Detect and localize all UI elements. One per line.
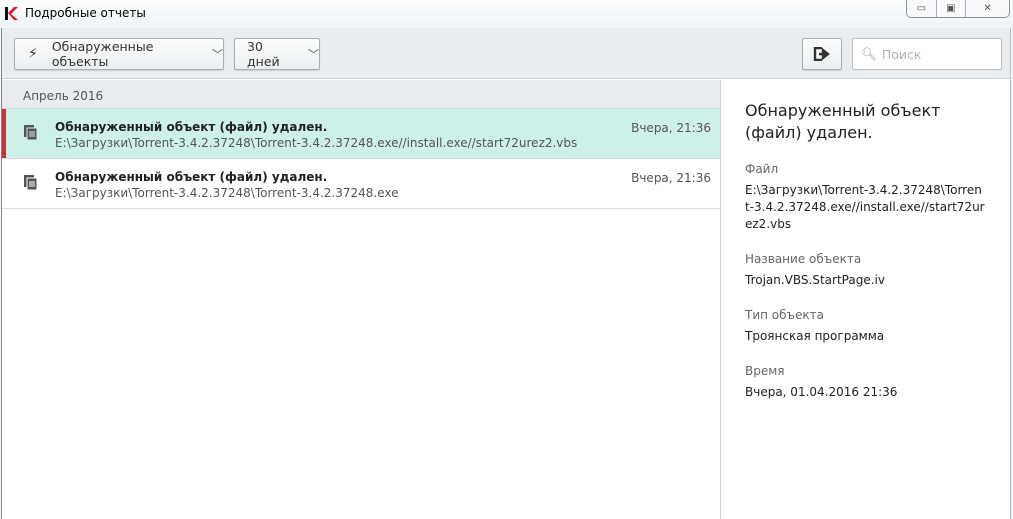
period-dropdown[interactable]: 30 дней ﹀: [234, 38, 320, 70]
list-item[interactable]: Обнаруженный объект (файл) удален. E:\За…: [2, 109, 720, 159]
file-copy-icon: [24, 125, 38, 141]
minimize-button[interactable]: ▭: [907, 0, 937, 17]
search-placeholder: Поиск: [881, 46, 922, 62]
file-label: Файл: [745, 162, 779, 176]
filter-dropdown[interactable]: ⚡︎ Обнаруженные объекты ﹀: [14, 38, 224, 70]
item-path: E:\Загрузки\Torrent-3.4.2.37248\Torrent-…: [55, 136, 578, 150]
details-panel: Обнаруженный объект (файл) удален. Файл …: [720, 80, 1010, 519]
severity-marker: [2, 109, 6, 158]
object-name-value: Trojan.VBS.StartPage.iv: [745, 273, 885, 287]
toolbar: ⚡︎ Обнаруженные объекты ﹀ 30 дней ﹀ 🔍︎ П…: [2, 28, 1010, 79]
file-value: E:\Загрузки\Torrent-3.4.2.37248\Torrent-…: [745, 183, 985, 231]
reports-window: ⚡︎ Обнаруженные объекты ﹀ 30 дней ﹀ 🔍︎ П…: [1, 28, 1011, 519]
lightning-icon: ⚡︎: [28, 46, 38, 62]
period-label: 30 дней: [247, 39, 280, 69]
search-input[interactable]: 🔍︎ Поиск: [852, 38, 1002, 70]
search-icon: 🔍︎: [861, 46, 877, 61]
close-button[interactable]: ✕: [966, 0, 1009, 17]
chevron-down-icon: ﹀: [308, 48, 319, 61]
title-bar: Подробные отчеты ▭ ▣ ✕: [0, 0, 1013, 28]
section-header: Апрель 2016: [2, 80, 720, 109]
item-title: Обнаруженный объект (файл) удален.: [55, 120, 328, 134]
file-copy-icon: [24, 175, 38, 191]
details-title: Обнаруженный объект (файл) удален.: [745, 101, 941, 142]
object-type-label: Тип объекта: [745, 308, 824, 322]
export-icon: [813, 47, 830, 61]
list-item[interactable]: Обнаруженный объект (файл) удален. E:\За…: [2, 159, 720, 209]
kaspersky-logo-icon: [5, 7, 18, 20]
chevron-down-icon: ﹀: [212, 48, 223, 61]
item-title: Обнаруженный объект (файл) удален.: [55, 170, 328, 184]
export-button[interactable]: [802, 38, 842, 70]
time-label: Время: [745, 364, 785, 378]
report-list: Апрель 2016 Обнаруженный объект (файл) у…: [2, 80, 720, 519]
item-time: Вчера, 21:36: [631, 121, 711, 135]
object-type-value: Троянская программа: [745, 329, 885, 343]
maximize-button[interactable]: ▣: [937, 0, 967, 17]
window-controls: ▭ ▣ ✕: [906, 0, 1010, 18]
item-time: Вчера, 21:36: [631, 171, 711, 185]
time-value: Вчера, 01.04.2016 21:36: [745, 385, 898, 399]
window-title: Подробные отчеты: [25, 6, 146, 20]
object-name-label: Название объекта: [745, 252, 862, 266]
filter-label: Обнаруженные объекты: [51, 39, 154, 69]
item-path: E:\Загрузки\Torrent-3.4.2.37248\Torrent-…: [55, 186, 399, 200]
